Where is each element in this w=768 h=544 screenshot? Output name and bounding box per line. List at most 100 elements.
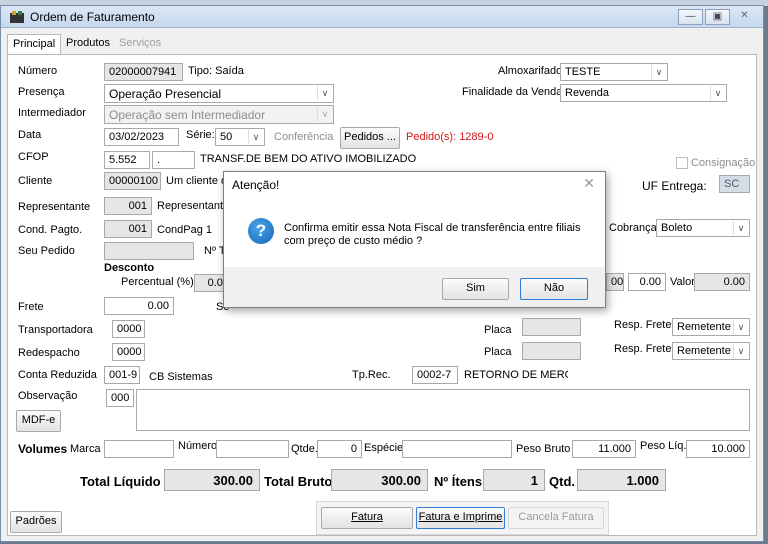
chevron-down-icon: ∨ bbox=[651, 65, 666, 79]
chevron-down-icon: ∨ bbox=[733, 320, 748, 334]
desconto-code-field[interactable]: 00 bbox=[606, 273, 624, 291]
resp-frete-label: Resp. Frete bbox=[614, 319, 672, 331]
resp-frete-select[interactable]: Remetente ∨ bbox=[672, 318, 750, 336]
dialog-message: Confirma emitir essa Nota Fiscal de tran… bbox=[284, 222, 581, 247]
data-label: Data bbox=[18, 129, 42, 141]
resp-frete2-select[interactable]: Remetente ∨ bbox=[672, 342, 750, 360]
tab-principal[interactable]: Principal bbox=[7, 34, 62, 55]
tp-rec-label: Tp.Rec. bbox=[352, 369, 391, 381]
consignacao-checkbox[interactable] bbox=[676, 157, 688, 169]
cfop-extra-field[interactable]: . bbox=[152, 151, 195, 169]
tipo-text: Tipo: Saída bbox=[188, 65, 244, 77]
tp-rec-field[interactable]: 0002-7 bbox=[412, 366, 458, 384]
resp-frete2-label: Resp. Frete bbox=[614, 343, 672, 355]
cobranca-select[interactable]: Boleto ∨ bbox=[656, 219, 750, 237]
pedidos-text: Pedido(s): 1289-0 bbox=[406, 131, 494, 143]
intermediador-select: Operação sem Intermediador ∨ bbox=[104, 105, 334, 124]
chevron-down-icon: ∨ bbox=[733, 344, 748, 358]
conferencia-label: Conferência bbox=[274, 131, 334, 143]
dialog-content-area: Atenção! ✕ ? Confirma emitir essa Nota F… bbox=[224, 172, 605, 267]
n-itens-label: Nº Ítens bbox=[434, 474, 483, 489]
peso-liq-label: Peso Líq. bbox=[640, 440, 687, 452]
nao-button[interactable]: Não bbox=[520, 278, 588, 300]
qtd-field: 1.000 bbox=[577, 469, 666, 491]
mdfe-button[interactable]: MDF-e bbox=[16, 410, 61, 432]
cliente-code-field[interactable]: 00000100 bbox=[104, 172, 161, 190]
cliente-label: Cliente bbox=[18, 175, 53, 187]
especie-label: Espécie bbox=[364, 442, 404, 454]
numero-vol-field[interactable] bbox=[216, 440, 289, 458]
window-title: Ordem de Faturamento bbox=[30, 10, 155, 24]
close-window-button[interactable]: ✕ bbox=[732, 9, 757, 25]
representante-name: Representante bbox=[157, 200, 230, 212]
conta-reduzida-name: CB Sistemas bbox=[149, 371, 213, 383]
consignacao-label: Consignação bbox=[691, 157, 756, 169]
chevron-down-icon: ∨ bbox=[733, 221, 748, 235]
representante-label: Representante bbox=[18, 201, 91, 213]
representante-code-field[interactable]: 001 bbox=[104, 197, 152, 215]
frete-label: Frete bbox=[18, 301, 44, 313]
peso-bruto-field[interactable]: 11.000 bbox=[572, 440, 636, 458]
transportadora-field[interactable]: 0000 bbox=[112, 320, 145, 338]
cfop-description: TRANSF.DE BEM DO ATIVO IMOBILIZADO bbox=[200, 153, 417, 165]
fatura-button[interactable]: Fatura bbox=[321, 507, 413, 529]
almoxarifado-label: Almoxarifado bbox=[498, 65, 563, 77]
redespacho-label: Redespacho bbox=[18, 347, 80, 359]
close-icon[interactable]: ✕ bbox=[583, 175, 595, 192]
padroes-button[interactable]: Padrões bbox=[10, 511, 62, 533]
data-field[interactable]: 03/02/2023 bbox=[104, 128, 179, 146]
percentual-label: Percentual (%) bbox=[121, 276, 194, 288]
conta-reduzida-label: Conta Reduzida bbox=[18, 369, 97, 381]
finalidade-select[interactable]: Revenda ∨ bbox=[560, 84, 727, 102]
placa2-field[interactable] bbox=[522, 342, 581, 360]
sim-button[interactable]: Sim bbox=[442, 278, 509, 300]
confirm-dialog: Atenção! ✕ ? Confirma emitir essa Nota F… bbox=[223, 171, 606, 308]
observacao-memo[interactable] bbox=[136, 389, 750, 431]
cond-pagto-code-field[interactable]: 001 bbox=[104, 220, 152, 238]
pedidos-button[interactable]: Pedidos ... bbox=[340, 127, 400, 149]
minimize-button[interactable]: — bbox=[678, 9, 703, 25]
title-bar: Ordem de Faturamento — ▣ ✕ bbox=[1, 6, 763, 28]
intermediador-label: Intermediador bbox=[18, 107, 86, 119]
peso-liq-field[interactable]: 10.000 bbox=[686, 440, 750, 458]
conta-reduzida-field[interactable]: 001-9 bbox=[104, 366, 140, 384]
almoxarifado-select[interactable]: TESTE ∨ bbox=[560, 63, 668, 81]
qtde-label: Qtde. bbox=[291, 443, 318, 455]
serie-label: Série: bbox=[186, 129, 215, 141]
numero-field: 02000007941 bbox=[104, 63, 183, 81]
total-bruto-field: 300.00 bbox=[331, 469, 428, 491]
question-icon: ? bbox=[248, 218, 274, 244]
uf-entrega-field[interactable]: SC bbox=[719, 175, 750, 193]
numero-vol-label: Número bbox=[178, 440, 218, 452]
cobranca-label: Cobrança bbox=[609, 222, 657, 234]
cancela-fatura-button: Cancela Fatura bbox=[508, 507, 604, 529]
chevron-down-icon: ∨ bbox=[317, 107, 332, 121]
numero-label: Número bbox=[18, 65, 58, 77]
serie-select[interactable]: 50 ∨ bbox=[215, 128, 265, 146]
placa-field[interactable] bbox=[522, 318, 581, 336]
placa-label: Placa bbox=[484, 324, 512, 336]
tab-produtos[interactable]: Produtos bbox=[61, 34, 115, 54]
volumes-label: Volumes bbox=[18, 442, 68, 456]
qtde-field[interactable]: 0 bbox=[317, 440, 362, 458]
transportadora-label: Transportadora bbox=[18, 324, 93, 336]
placa2-label: Placa bbox=[484, 346, 512, 358]
presenca-select[interactable]: Operação Presencial ∨ bbox=[104, 84, 334, 103]
app-icon bbox=[10, 11, 24, 23]
especie-field[interactable] bbox=[402, 440, 512, 458]
seu-pedido-label: Seu Pedido bbox=[18, 245, 75, 257]
observacao-code-field[interactable]: 000 bbox=[106, 389, 134, 407]
frete-field[interactable]: 0.00 bbox=[104, 297, 174, 315]
redespacho-field[interactable]: 0000 bbox=[112, 343, 145, 361]
total-liquido-field: 300.00 bbox=[164, 469, 260, 491]
desconto-value-field[interactable]: 0.00 bbox=[628, 273, 666, 291]
fatura-e-imprime-button[interactable]: Fatura e Imprime bbox=[416, 507, 505, 529]
observacao-label: Observação bbox=[18, 390, 78, 402]
marca-field[interactable] bbox=[104, 440, 174, 458]
maximize-button[interactable]: ▣ bbox=[705, 9, 730, 25]
tab-servicos: Serviços bbox=[119, 37, 162, 49]
tp-rec-name: RETORNO DE MERCAD bbox=[464, 369, 568, 381]
seu-pedido-field[interactable] bbox=[104, 242, 194, 260]
cfop-field[interactable]: 5.552 bbox=[104, 151, 150, 169]
valor-field[interactable]: 0.00 bbox=[694, 273, 750, 291]
